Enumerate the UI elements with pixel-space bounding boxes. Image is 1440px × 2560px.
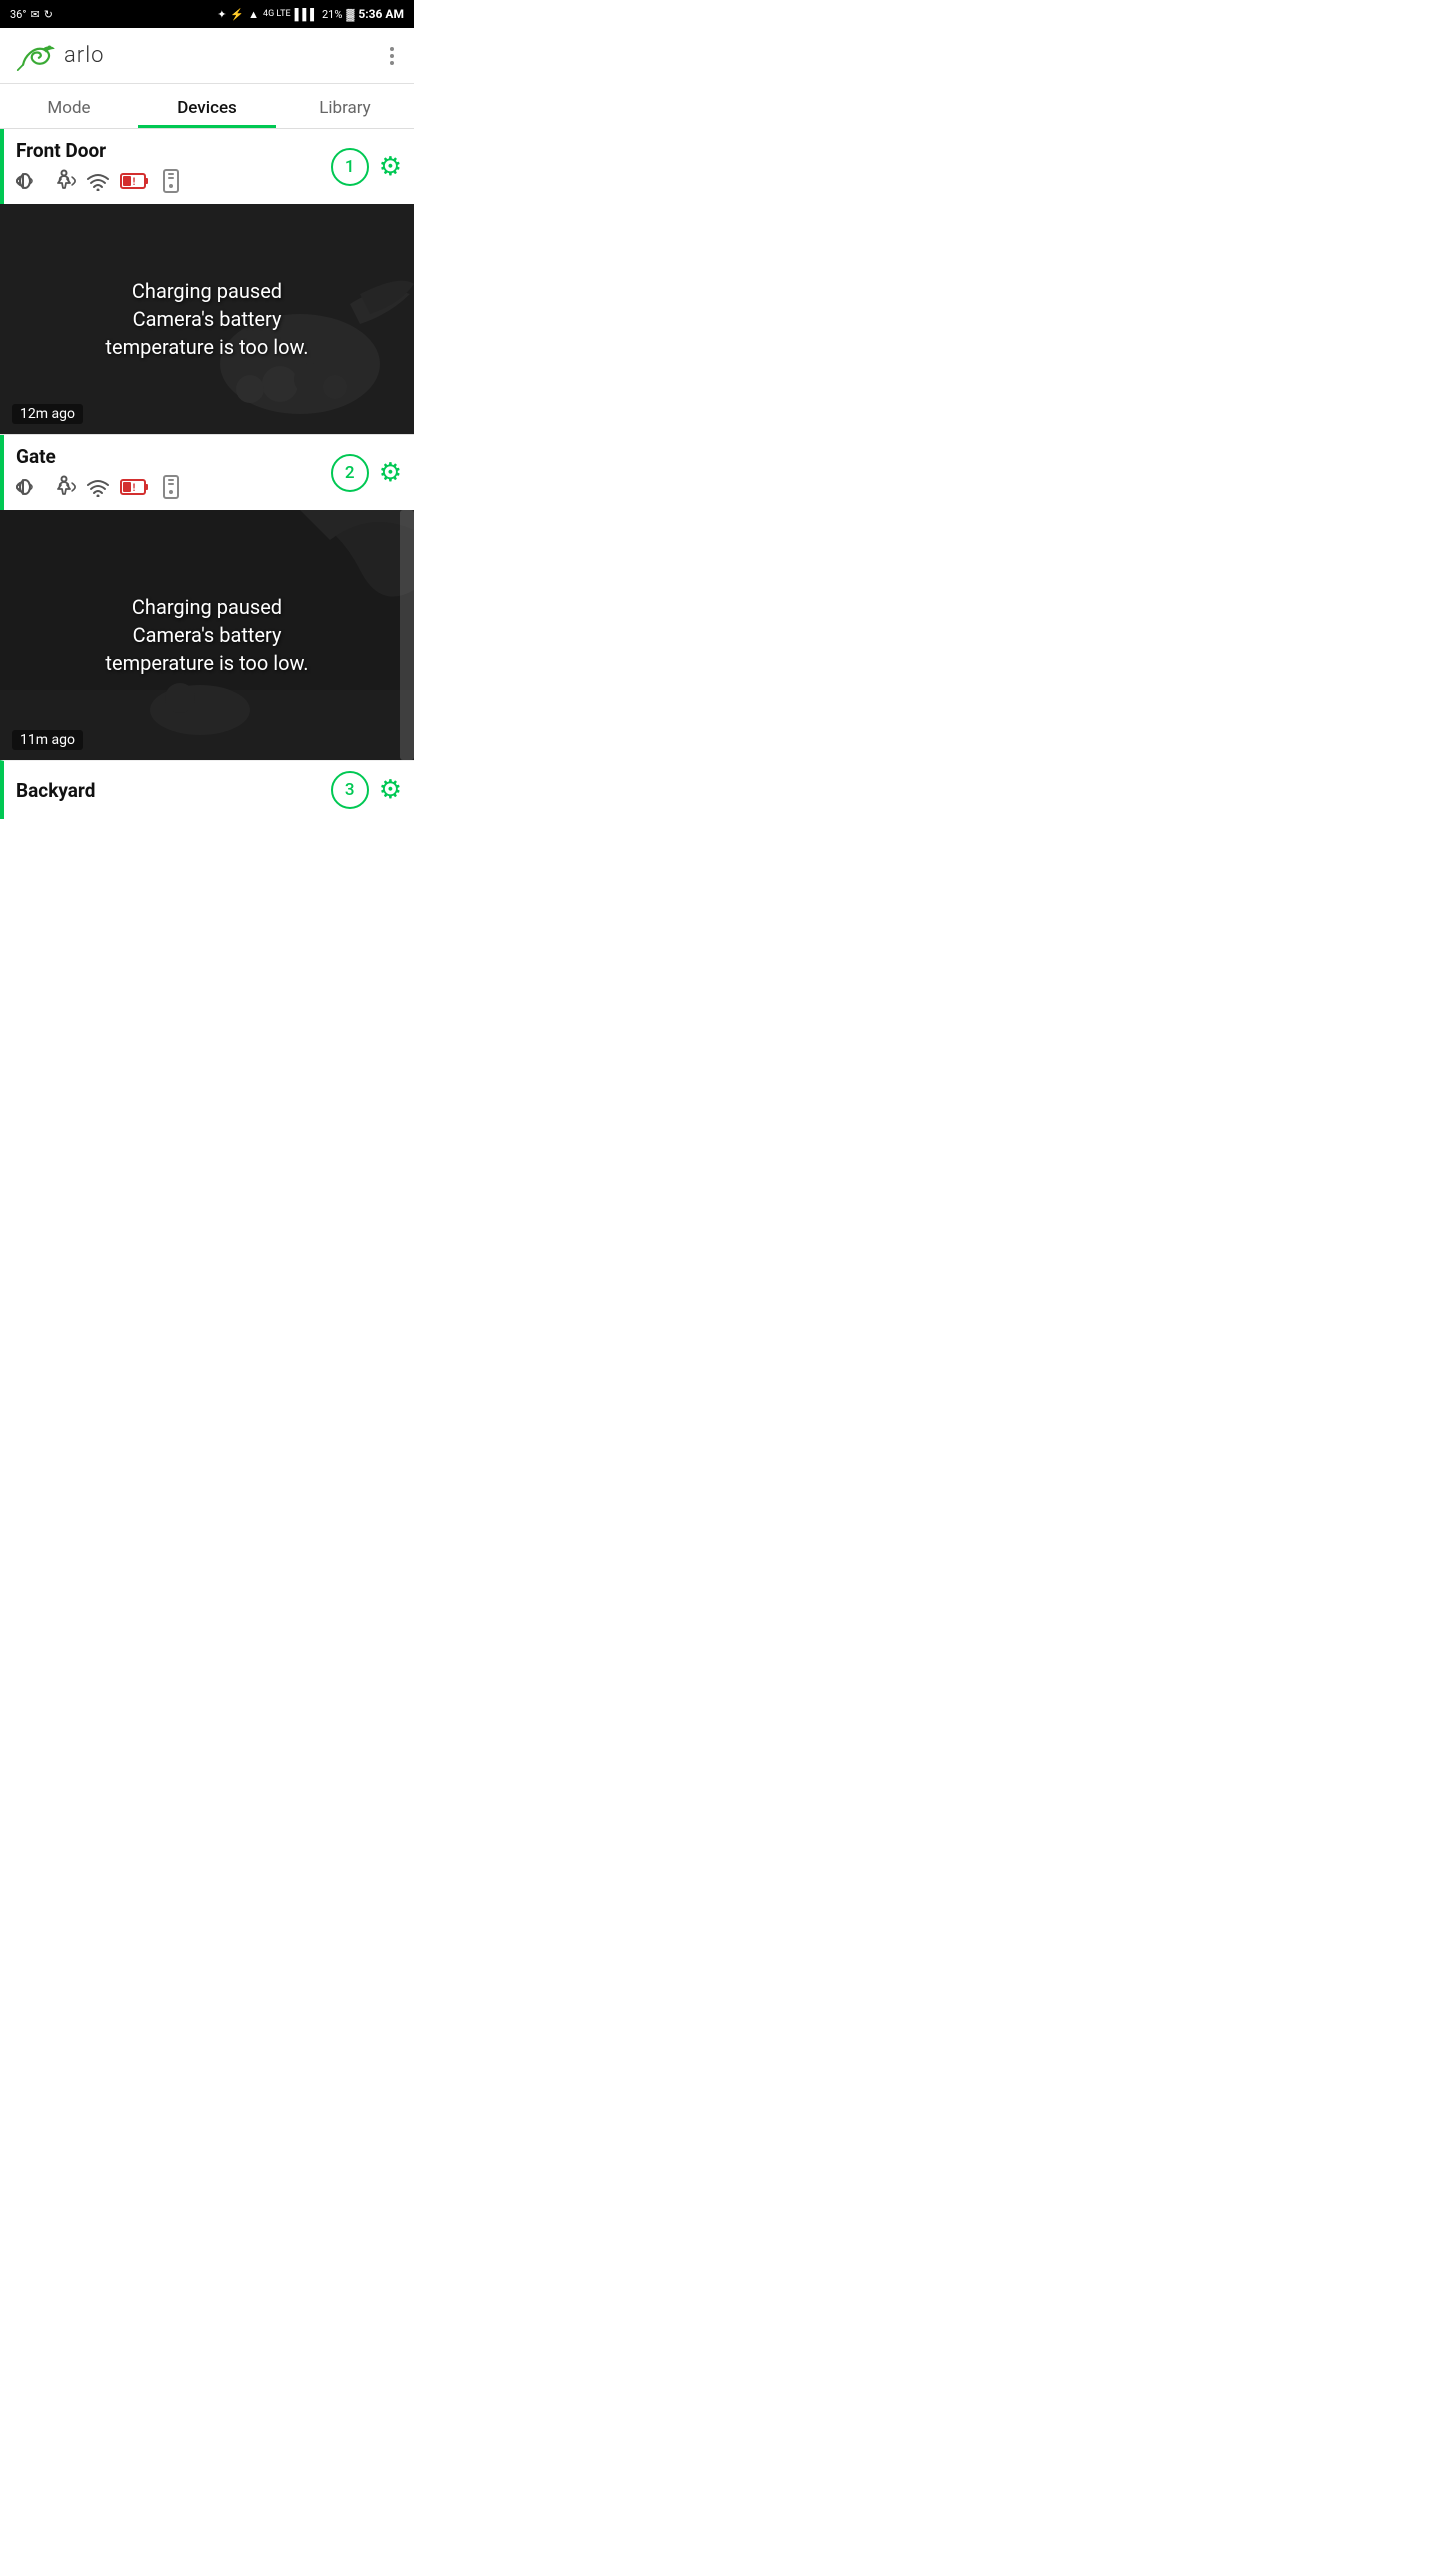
status-left: 36° ✉ ↻ [10,8,53,21]
device-name-backyard: Backyard [16,779,95,802]
gmail-icon: ✉ [30,8,39,21]
base-station-icon-gate [160,474,182,500]
charge-icon: ⚡ [230,8,244,21]
network-icon: 4G LTE [263,9,291,19]
svg-text:!: ! [133,177,136,188]
wifi-icon [86,171,110,191]
device-gate: Gate [0,434,414,760]
camera-timestamp-gate: 11m ago [12,730,83,750]
tab-library[interactable]: Library [276,84,414,128]
device-name-gate: Gate [16,445,182,468]
status-bar: 36° ✉ ↻ ✦ ⚡ ▲ 4G LTE ▌▌▌ 21% ▓ 5:36 AM [0,0,414,28]
device-icons-gate: ! [16,474,182,500]
device-header-gate: Gate [0,435,414,510]
app-name: arlo [64,43,104,68]
camera-timestamp-front-door: 12m ago [12,404,83,424]
device-right-gate: 2 ⚙ [331,454,402,492]
more-menu-button[interactable] [386,43,398,69]
time-display: 5:36 AM [358,7,404,21]
camera-feed-gate[interactable]: Charging paused Camera's battery tempera… [0,510,414,760]
battery-low-icon: ! [120,171,150,191]
app-header: arlo [0,28,414,84]
temperature: 36° [10,8,26,21]
arlo-logo: arlo [16,40,104,72]
arlo-bird-icon [16,40,60,72]
device-header-front-door: Front Door [0,129,414,204]
device-right-backyard: 3 ⚙ [331,771,402,809]
tab-mode[interactable]: Mode [0,84,138,128]
status-right: ✦ ⚡ ▲ 4G LTE ▌▌▌ 21% ▓ 5:36 AM [217,7,404,21]
device-backyard: Backyard 3 ⚙ [0,760,414,819]
more-dot-2 [390,54,394,58]
settings-button-gate[interactable]: ⚙ [379,458,402,488]
device-name-front-door: Front Door [16,139,182,162]
battery-percent: 21% [322,8,342,21]
more-dot-1 [390,47,394,51]
wifi-status-icon: ▲ [248,8,259,21]
device-number-front-door[interactable]: 1 [331,148,369,186]
battery-icon: ▓ [346,8,354,21]
tab-devices[interactable]: Devices [138,84,276,128]
device-front-door: Front Door [0,129,414,434]
camera-message-front-door: Charging paused Camera's battery tempera… [85,277,328,361]
base-station-icon [160,168,182,194]
sound-icon [16,170,42,192]
device-right-front-door: 1 ⚙ [331,148,402,186]
device-icons-front-door: ! [16,168,182,194]
signal-bars: ▌▌▌ [295,8,318,21]
device-left-front-door: Front Door [16,139,182,194]
sound-icon-gate [16,476,42,498]
motion-icon [52,169,76,193]
sync-icon: ↻ [44,8,53,21]
bluetooth-icon: ✦ [217,8,226,21]
more-dot-3 [390,61,394,65]
tab-bar: Mode Devices Library [0,84,414,129]
camera-feed-front-door[interactable]: Charging paused Camera's battery tempera… [0,204,414,434]
battery-low-icon-gate: ! [120,477,150,497]
device-number-gate[interactable]: 2 [331,454,369,492]
device-number-backyard[interactable]: 3 [331,771,369,809]
settings-button-backyard[interactable]: ⚙ [379,775,402,805]
device-left-gate: Gate [16,445,182,500]
settings-button-front-door[interactable]: ⚙ [379,152,402,182]
camera-message-gate: Charging paused Camera's battery tempera… [85,593,328,677]
wifi-icon-gate [86,477,110,497]
motion-icon-gate [52,475,76,499]
svg-text:!: ! [133,483,136,494]
